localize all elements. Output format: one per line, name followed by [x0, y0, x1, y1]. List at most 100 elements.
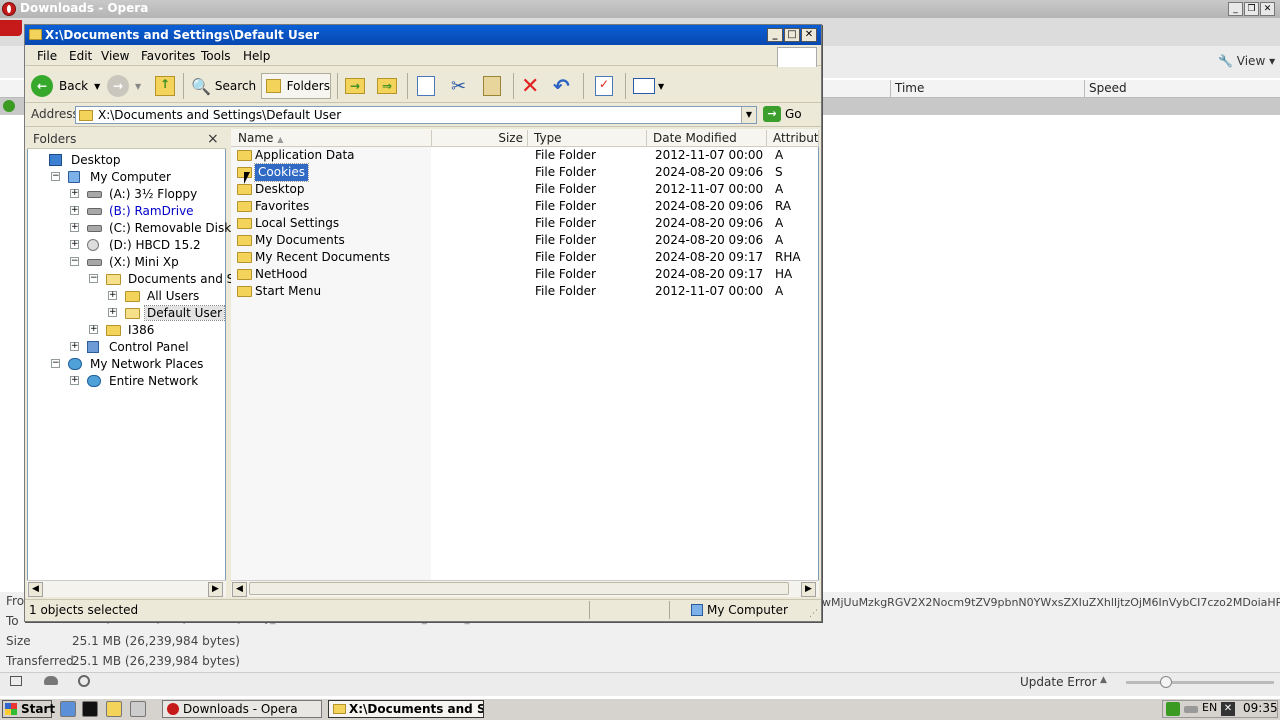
tree-item[interactable]: + I386: [89, 322, 156, 338]
address-input[interactable]: X:\Documents and Settings\Default User: [75, 106, 757, 124]
expand-icon[interactable]: +: [70, 240, 79, 249]
folders-pane-close-button[interactable]: ×: [207, 131, 219, 147]
file-row[interactable]: Local Settings File Folder 2024-08-20 09:0…: [235, 215, 815, 232]
panel-toggle-icon[interactable]: [10, 676, 22, 686]
expand-icon[interactable]: +: [70, 189, 79, 198]
file-row[interactable]: Desktop File Folder 2012-11-07 00:00 A: [235, 181, 815, 198]
scroll-right-arrow[interactable]: ▶: [801, 582, 816, 597]
tree-item[interactable]: + (C:) Removable Disk: [70, 220, 233, 236]
taskbar-opera-button[interactable]: Downloads - Opera: [162, 700, 322, 718]
menu-file[interactable]: File: [37, 49, 57, 63]
menu-help[interactable]: Help: [243, 49, 270, 63]
tree-item[interactable]: Desktop: [47, 152, 123, 168]
tree-item[interactable]: + (A:) 3½ Floppy: [70, 186, 199, 202]
column-type[interactable]: Type: [528, 130, 647, 146]
properties-button[interactable]: ✓: [595, 73, 613, 99]
column-name[interactable]: Name ▲: [232, 130, 432, 146]
opera-close-button[interactable]: ✕: [1260, 2, 1275, 16]
quicklaunch-desktop-icon[interactable]: [130, 701, 146, 717]
file-row[interactable]: Favorites File Folder 2024-08-20 09:06 RA: [235, 198, 815, 215]
quicklaunch-ie-icon[interactable]: [60, 701, 76, 717]
back-dropdown-icon[interactable]: ▼: [94, 82, 100, 91]
update-status[interactable]: Update Error: [1020, 675, 1097, 689]
tree-item[interactable]: + Default User: [108, 305, 226, 321]
tray-network-icon[interactable]: [1166, 702, 1180, 716]
up-folder-button[interactable]: ↑: [155, 73, 175, 99]
menu-edit[interactable]: Edit: [69, 49, 92, 63]
close-button[interactable]: ✕: [801, 28, 817, 42]
address-dropdown-button[interactable]: ▼: [741, 107, 756, 123]
column-date-modified[interactable]: Date Modified: [647, 130, 767, 146]
file-row[interactable]: My Recent Documents File Folder 2024-08-20…: [235, 249, 815, 266]
maximize-button[interactable]: □: [784, 28, 800, 42]
column-time[interactable]: Time: [890, 80, 1084, 98]
tree-item[interactable]: − (X:) Mini Xp: [70, 254, 181, 270]
zoom-slider-handle[interactable]: [1160, 676, 1172, 688]
cut-button[interactable]: ✂: [451, 73, 466, 99]
file-row[interactable]: Start Menu File Folder 2012-11-07 00:00 A: [235, 283, 815, 300]
tree-item[interactable]: + (D:) HBCD 15.2: [70, 237, 203, 253]
copy-to-button[interactable]: ⇒: [377, 73, 397, 99]
copy-button[interactable]: [417, 73, 435, 99]
tray-tool-icon[interactable]: ✕: [1221, 702, 1235, 716]
expand-icon[interactable]: +: [70, 342, 79, 351]
quicklaunch-cmd-icon[interactable]: [82, 701, 98, 717]
menu-view[interactable]: View: [101, 49, 129, 63]
file-row[interactable]: Application Data File Folder 2012-11-07 00…: [235, 147, 815, 164]
search-button[interactable]: 🔍 Search: [191, 73, 256, 99]
zoom-slider-track[interactable]: [1126, 681, 1274, 684]
folders-button[interactable]: Folders: [261, 73, 331, 99]
move-to-button[interactable]: →: [345, 73, 365, 99]
expand-icon[interactable]: +: [108, 291, 117, 300]
forward-button[interactable]: → ▼: [107, 73, 141, 99]
delete-button[interactable]: ✕: [521, 73, 539, 99]
minimize-button[interactable]: _: [767, 28, 783, 42]
expand-icon[interactable]: +: [89, 325, 98, 334]
cloud-icon[interactable]: [44, 676, 58, 685]
opera-menu-icon[interactable]: [0, 20, 22, 36]
tree-item[interactable]: + (B:) RamDrive: [70, 203, 196, 219]
opera-minimize-button[interactable]: _: [1228, 2, 1243, 16]
speed-dial-icon[interactable]: [78, 675, 90, 687]
scroll-left-arrow[interactable]: ◀: [232, 582, 247, 597]
collapse-icon[interactable]: −: [51, 359, 60, 368]
column-size[interactable]: Size: [432, 130, 528, 146]
caret-up-icon[interactable]: ▲: [1100, 675, 1107, 685]
column-attributes[interactable]: Attributes: [767, 130, 819, 146]
back-button[interactable]: ← Back ▼: [31, 73, 100, 99]
expand-icon[interactable]: +: [108, 308, 117, 317]
expand-icon[interactable]: +: [70, 223, 79, 232]
expand-icon[interactable]: +: [70, 206, 79, 215]
menu-favorites[interactable]: Favorites: [141, 49, 195, 63]
opera-restore-button[interactable]: ❐: [1244, 2, 1259, 16]
tree-item[interactable]: + Entire Network: [70, 373, 200, 389]
views-button[interactable]: ▼: [633, 73, 664, 99]
paste-button[interactable]: [483, 73, 501, 99]
collapse-icon[interactable]: −: [70, 257, 79, 266]
go-button[interactable]: → Go: [763, 106, 802, 122]
scroll-thumb[interactable]: [249, 582, 789, 595]
tray-language[interactable]: EN: [1202, 701, 1217, 714]
column-speed[interactable]: Speed: [1084, 80, 1280, 98]
scroll-left-arrow[interactable]: ◀: [28, 582, 43, 597]
file-row[interactable]: My Documents File Folder 2024-08-20 09:06 A: [235, 232, 815, 249]
undo-button[interactable]: ↶: [553, 73, 570, 99]
collapse-icon[interactable]: −: [51, 172, 60, 181]
tree-item[interactable]: − My Computer: [51, 169, 173, 185]
forward-dropdown-icon[interactable]: ▼: [135, 82, 141, 91]
file-row[interactable]: Cookies File Folder 2024-08-20 09:06 S: [235, 163, 815, 182]
opera-view-menu[interactable]: 🔧 View ▾: [1218, 54, 1275, 68]
taskbar-explorer-button[interactable]: X:\Documents and S...: [328, 700, 484, 718]
tree-item[interactable]: + All Users: [108, 288, 201, 304]
scroll-right-arrow[interactable]: ▶: [208, 582, 223, 597]
folders-horizontal-scrollbar[interactable]: ◀ ▶: [27, 580, 226, 597]
tree-item[interactable]: + Control Panel: [70, 339, 191, 355]
menu-tools[interactable]: Tools: [201, 49, 231, 63]
collapse-icon[interactable]: −: [89, 274, 98, 283]
tray-drive-icon[interactable]: [1184, 706, 1198, 713]
quicklaunch-explorer-icon[interactable]: [106, 701, 122, 717]
tree-item[interactable]: − My Network Places: [51, 356, 205, 372]
file-row[interactable]: NetHood File Folder 2024-08-20 09:17 HA: [235, 266, 815, 283]
expand-icon[interactable]: +: [70, 376, 79, 385]
resize-grip-icon[interactable]: ⋰: [809, 609, 818, 619]
